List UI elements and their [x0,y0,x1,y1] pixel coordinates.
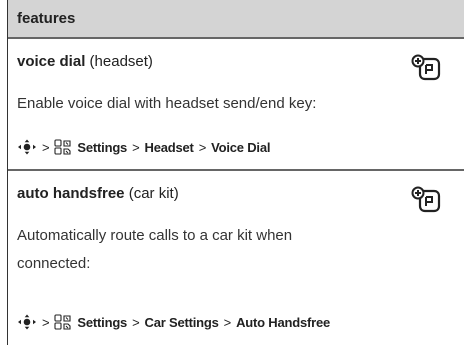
path-step-1: Settings [77,314,128,330]
feature-row-voice-dial: voice dial (headset) Enable voice dial w… [8,39,464,171]
header-title: features [17,10,76,27]
feature-description: Enable voice dial with headset send/end … [17,95,317,112]
path-separator: > [132,139,140,155]
feature-title-rest: (car kit) [124,185,179,202]
feature-description-line-1: Automatically route calls to a car kit w… [17,227,293,244]
table-header: features [8,0,464,39]
path-step-2: Headset [144,139,194,155]
handset-plus-icon [411,186,441,213]
menu-path: > Settings > Car Settings > Auto Handsfr… [17,314,330,330]
feature-title-bold: auto handsfree [17,185,125,202]
path-step-2: Car Settings [144,314,219,330]
settings-icon [54,139,71,155]
path-separator: > [42,139,50,155]
settings-icon [54,314,71,330]
nav-key-icon [18,314,36,330]
path-step-3: Voice Dial [211,139,271,155]
path-separator: > [42,314,50,330]
feature-title-rest: (headset) [85,53,153,70]
feature-title-bold: voice dial [17,53,86,70]
path-separator: > [132,314,140,330]
feature-title: voice dial (headset) [17,53,153,70]
path-step-1: Settings [77,139,128,155]
feature-title: auto handsfree (car kit) [17,185,179,202]
feature-row-auto-handsfree: auto handsfree (car kit) Automatically r… [8,171,464,345]
feature-description-line-2: connected: [17,255,91,272]
path-step-3: Auto Handsfree [236,314,331,330]
path-separator: > [223,314,232,330]
path-separator: > [198,139,207,155]
menu-path: > Settings > Headset > Voice Dial [17,139,270,155]
nav-key-icon [18,139,36,155]
manual-page: features voice dial (headset) Enable voi… [0,0,464,345]
handset-plus-icon [411,54,441,81]
features-table: features voice dial (headset) Enable voi… [7,0,464,345]
